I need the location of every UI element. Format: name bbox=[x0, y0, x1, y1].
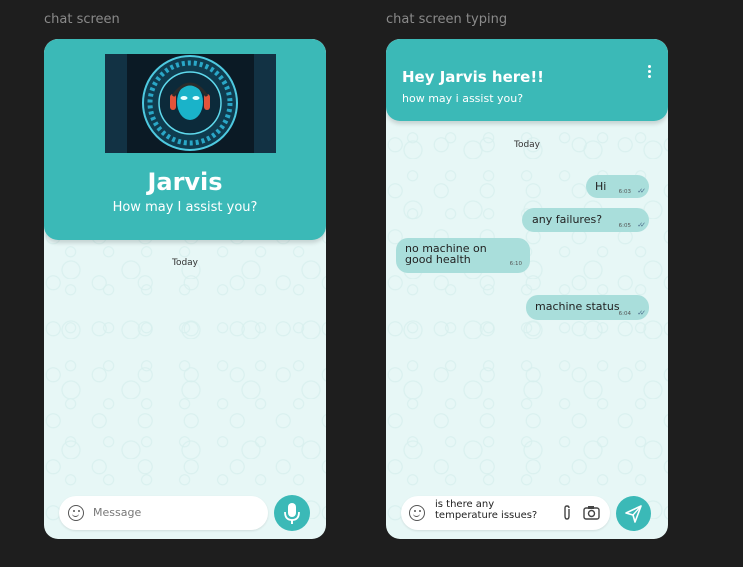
message-text: Hi bbox=[595, 180, 607, 193]
emoji-icon[interactable] bbox=[68, 505, 84, 521]
message-bubble-outgoing: Hi 6:03 ✓✓ bbox=[586, 175, 649, 198]
chat-screen: Jarvis How may I assist you? Today Messa… bbox=[44, 39, 326, 539]
message-input-bar[interactable]: is there any temperature issues? bbox=[401, 496, 610, 530]
message-time: 6:04 bbox=[618, 311, 631, 317]
message-input-bar[interactable]: Message bbox=[59, 496, 268, 530]
chat-header-title: Hey Jarvis here!! bbox=[402, 68, 545, 86]
message-time: 6:03 bbox=[618, 189, 631, 195]
robot-icon bbox=[105, 54, 276, 153]
send-icon bbox=[625, 505, 642, 523]
emoji-icon[interactable] bbox=[409, 505, 425, 521]
send-button[interactable] bbox=[616, 496, 651, 531]
message-text: any failures? bbox=[532, 213, 603, 226]
message-time: 6:10 bbox=[509, 261, 522, 267]
read-ticks-icon: ✓✓ bbox=[637, 187, 646, 195]
microphone-button[interactable] bbox=[274, 495, 310, 531]
message-text: machine status bbox=[535, 300, 620, 313]
message-bubble-incoming: no machine on good health 6:10 bbox=[396, 238, 530, 273]
frame-label-chat-screen-typing: chat screen typing bbox=[386, 12, 508, 27]
bot-avatar-image bbox=[105, 54, 276, 153]
chat-screen-typing: Hey Jarvis here!! how may i assist you? … bbox=[386, 39, 668, 539]
chat-header: Hey Jarvis here!! how may i assist you? bbox=[386, 39, 668, 121]
date-divider: Today bbox=[171, 258, 199, 268]
bot-header: Jarvis How may I assist you? bbox=[44, 39, 326, 240]
message-input[interactable]: is there any temperature issues? bbox=[435, 499, 545, 521]
chat-header-subtitle: how may i assist you? bbox=[402, 92, 524, 105]
bot-subtitle: How may I assist you? bbox=[112, 200, 258, 215]
frame-label-chat-screen: chat screen bbox=[44, 12, 120, 27]
camera-icon[interactable] bbox=[583, 505, 600, 520]
microphone-icon bbox=[284, 503, 300, 524]
message-bubble-outgoing: any failures? 6:05 ✓✓ bbox=[522, 208, 649, 232]
more-options-icon[interactable] bbox=[648, 65, 652, 79]
read-ticks-icon: ✓✓ bbox=[637, 221, 646, 229]
message-text: no machine on good health bbox=[405, 242, 487, 266]
message-time: 6:05 bbox=[618, 223, 631, 229]
date-divider: Today bbox=[513, 140, 541, 150]
message-bubble-outgoing: machine status 6:04 ✓✓ bbox=[526, 295, 649, 320]
read-ticks-icon: ✓✓ bbox=[637, 309, 646, 317]
attachment-icon[interactable] bbox=[561, 505, 573, 521]
message-input[interactable]: Message bbox=[93, 506, 141, 519]
bot-name: Jarvis bbox=[147, 168, 223, 196]
